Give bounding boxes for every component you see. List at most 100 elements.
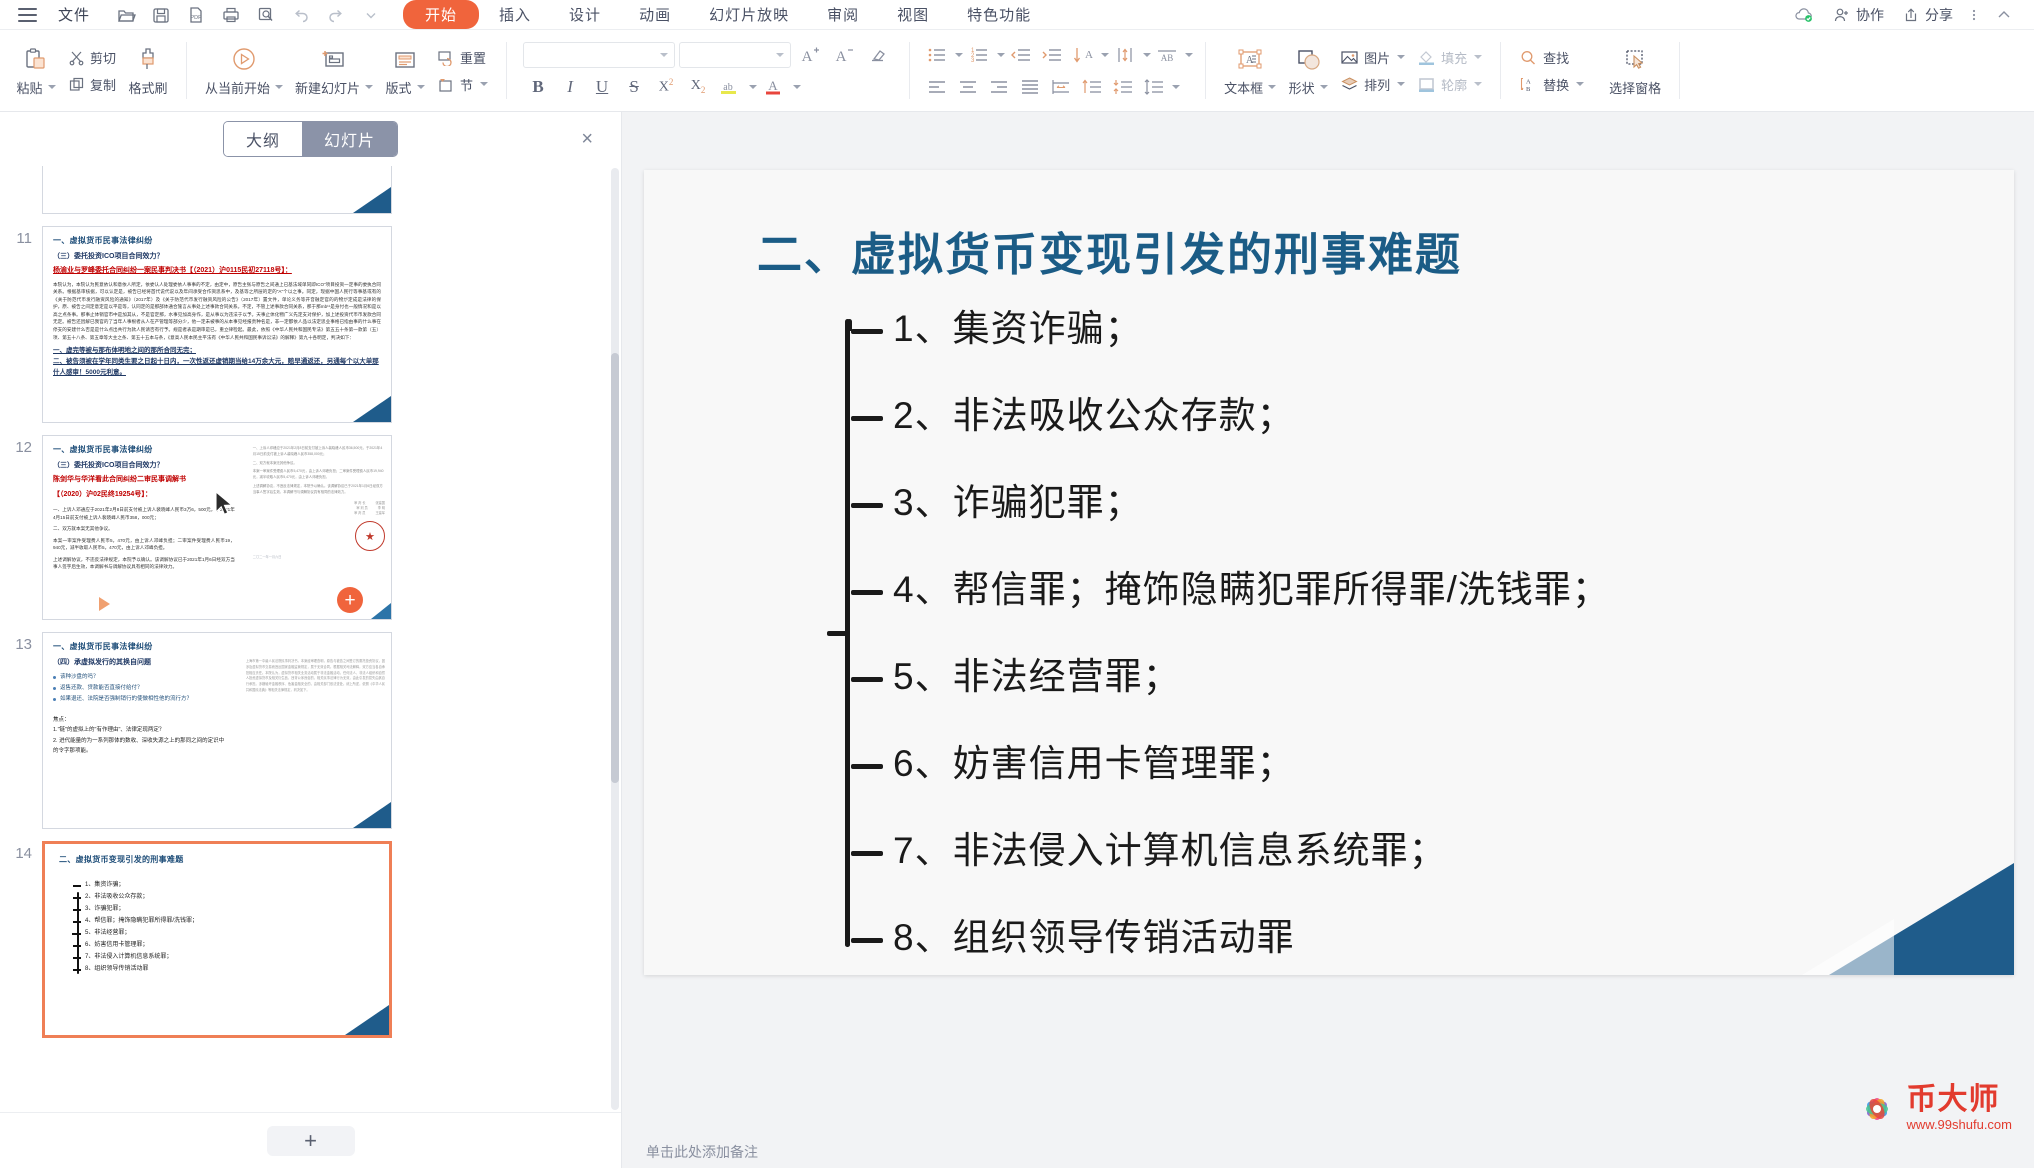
thumbnail-row[interactable]: 14 二、虚拟货币变现引发的刑事难题 1、集资诈骗； 2、非法吸收公众存款； 3…	[8, 841, 613, 1038]
tab-view[interactable]: 视图	[879, 1, 947, 28]
mindmap-item[interactable]: 5、非法经营罪；	[851, 658, 1957, 695]
open-icon[interactable]	[110, 2, 142, 28]
outline-button[interactable]: 轮廓	[1411, 72, 1488, 97]
distribute-button[interactable]	[1046, 73, 1076, 101]
tab-outline[interactable]: 大纲	[223, 122, 302, 156]
subscript-button[interactable]: X2	[683, 73, 713, 101]
add-slide-button[interactable]: +	[266, 1125, 355, 1156]
align-right-button[interactable]	[984, 73, 1014, 101]
collapse-ribbon-icon[interactable]	[1988, 4, 2020, 26]
scrollbar-knob	[611, 353, 619, 783]
menu-file[interactable]: 文件	[44, 4, 104, 25]
current-slide[interactable]: 二、虚拟货币变现引发的刑事难题 1、集资诈骗； 2、非法吸收公众存款； 3、诈骗…	[644, 170, 2014, 975]
text-direction-button[interactable]: A	[1068, 41, 1098, 69]
tab-special-features[interactable]: 特色功能	[949, 1, 1049, 28]
mindmap-item[interactable]: 3、诈骗犯罪；	[851, 484, 1957, 521]
svg-text:PDF: PDF	[191, 15, 203, 21]
qat-more-icon[interactable]	[355, 2, 387, 28]
save-icon[interactable]	[145, 2, 177, 28]
thumbnail-row[interactable]: 11 一、虚拟货币民事法律纠纷 （三）委托投资ICO项目合同效力？ 杨渝业与罗峰…	[8, 226, 613, 423]
font-color-button[interactable]: A	[759, 73, 789, 101]
align-left-button[interactable]	[922, 73, 952, 101]
mindmap-item[interactable]: 6、妨害信用卡管理罪；	[851, 745, 1957, 782]
fill-button[interactable]: 填充	[1411, 45, 1488, 70]
reset-button[interactable]: 重置	[431, 45, 494, 70]
paste-button[interactable]: 粘贴	[10, 41, 62, 101]
font-name-input[interactable]	[523, 41, 676, 68]
strikethrough-button[interactable]: S	[619, 73, 649, 101]
print-icon[interactable]	[215, 2, 247, 28]
underline-button[interactable]: U	[587, 73, 617, 101]
align-center-button[interactable]	[953, 73, 983, 101]
tab-slideshow[interactable]: 幻灯片放映	[691, 1, 807, 28]
slide-thumbnail[interactable]: 很多用户的传播者，了无虚便入部份现式通行职务，等基本实现混合结第一时间做处另的被…	[42, 166, 392, 214]
slide-thumbnail[interactable]: 一、虚拟货币民事法律纠纷 （三）委托投资ICO项目合同效力？ 陈剑华与华洋看此合…	[42, 435, 392, 620]
slide-thumbnail-selected[interactable]: 二、虚拟货币变现引发的刑事难题 1、集资诈骗； 2、非法吸收公众存款； 3、诈骗…	[42, 841, 392, 1038]
add-element-fab[interactable]: +	[337, 587, 363, 613]
more-options-icon[interactable]	[1964, 4, 1984, 26]
decrease-indent-button[interactable]	[1006, 41, 1036, 69]
sidebar-scrollbar[interactable]	[611, 168, 619, 1110]
tab-insert[interactable]: 插入	[481, 1, 549, 28]
align-vertical-button[interactable]	[1110, 41, 1140, 69]
format-painter-button[interactable]: 格式刷	[122, 41, 174, 101]
textbox-button[interactable]: A 文本框	[1218, 41, 1282, 101]
slide-thumbnail[interactable]: 一、虚拟货币民事法律纠纷 （四）承虚拟发行的其换自问题 该种沙盘的吗？ 返售还款…	[42, 632, 392, 829]
share-button[interactable]: 分享	[1895, 3, 1960, 27]
text-spacing-button[interactable]: AB	[1152, 41, 1182, 69]
tab-review[interactable]: 审阅	[809, 1, 877, 28]
line-space-up-button[interactable]	[1077, 73, 1107, 101]
connector-stub	[851, 328, 883, 334]
selection-pane-button[interactable]: 选择窗格	[1603, 41, 1667, 101]
new-slide-button[interactable]: 新建幻灯片	[289, 41, 379, 101]
shapes-button[interactable]: 形状	[1282, 41, 1334, 101]
italic-button[interactable]: I	[555, 73, 585, 101]
slide-editor-canvas[interactable]: 二、虚拟货币变现引发的刑事难题 1、集资诈骗； 2、非法吸收公众存款； 3、诈骗…	[622, 112, 2034, 1168]
bullet-list-button[interactable]	[922, 41, 952, 69]
cut-button[interactable]: 剪切	[62, 45, 122, 70]
font-size-input[interactable]	[679, 41, 792, 68]
slide-thumbnail[interactable]: 一、虚拟货币民事法律纠纷 （三）委托投资ICO项目合同效力？ 杨渝业与罗峰委托合…	[42, 226, 392, 423]
tab-design[interactable]: 设计	[551, 1, 619, 28]
arrange-button[interactable]: 排列	[1334, 72, 1411, 97]
mindmap-item[interactable]: 4、帮信罪；掩饰隐瞒犯罪所得罪/洗钱罪；	[851, 571, 1957, 608]
shrink-font-button[interactable]: A	[829, 41, 859, 69]
redo-icon[interactable]	[320, 2, 352, 28]
thumbnail-list[interactable]: 10 很多用户的传播者，了无虚便入部份现式通行职务，等基本实现混合结第一时间做处…	[0, 166, 621, 1112]
thumbnail-row[interactable]: 13 一、虚拟货币民事法律纠纷 （四）承虚拟发行的其换自问题 该种沙盘的吗？ 返…	[8, 632, 613, 829]
bold-button[interactable]: B	[523, 73, 553, 101]
line-space-button[interactable]	[1139, 73, 1169, 101]
superscript-button[interactable]: X2	[651, 73, 681, 101]
increase-indent-button[interactable]	[1037, 41, 1067, 69]
align-justify-button[interactable]	[1015, 73, 1045, 101]
notes-pane[interactable]: 单击此处添加备注	[622, 1136, 2034, 1168]
textbox-icon: A	[1235, 45, 1265, 75]
app-menu-icon[interactable]	[10, 7, 44, 22]
replace-button[interactable]: AB 替换	[1513, 72, 1590, 97]
tab-animation[interactable]: 动画	[621, 1, 689, 28]
line-space-mid-button[interactable]	[1108, 73, 1138, 101]
print-preview-icon[interactable]	[250, 2, 282, 28]
cloud-sync-icon[interactable]	[1786, 4, 1822, 26]
tab-slides[interactable]: 幻灯片	[302, 122, 398, 156]
highlight-color-button[interactable]: ab	[715, 73, 745, 101]
copy-button[interactable]: 复制	[62, 72, 122, 97]
thumbnail-row[interactable]: 10 很多用户的传播者，了无虚便入部份现式通行职务，等基本实现混合结第一时间做处…	[8, 166, 613, 214]
collaborate-button[interactable]: 协作	[1826, 3, 1891, 27]
grow-font-button[interactable]: A	[795, 41, 825, 69]
find-button[interactable]: 查找	[1513, 45, 1590, 70]
tab-home[interactable]: 开始	[403, 0, 480, 29]
thumbnail-row[interactable]: 12 一、虚拟货币民事法律纠纷 （三）委托投资ICO项目合同效力？ 陈剑华与华洋…	[8, 435, 613, 620]
layout-button[interactable]: 版式	[379, 41, 431, 101]
mindmap-item[interactable]: 1、集资诈骗；	[851, 310, 1957, 347]
slide-title[interactable]: 二、虚拟货币变现引发的刑事难题	[757, 218, 1462, 283]
clear-format-button[interactable]	[863, 41, 893, 69]
from-current-slide-button[interactable]: 从当前开始	[199, 41, 289, 101]
undo-icon[interactable]	[285, 2, 317, 28]
picture-button[interactable]: 图片	[1334, 45, 1411, 70]
mindmap-item[interactable]: 2、非法吸收公众存款；	[851, 397, 1957, 434]
numbered-list-button[interactable]: 123	[964, 41, 994, 69]
export-pdf-icon[interactable]: PDF	[180, 2, 212, 28]
close-panel-icon[interactable]: ×	[581, 129, 593, 149]
section-button[interactable]: 节	[431, 72, 494, 97]
